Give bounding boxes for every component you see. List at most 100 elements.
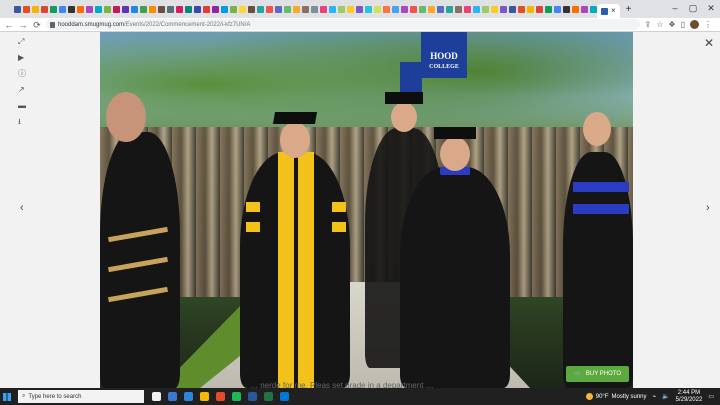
pinned-tab-icon[interactable] bbox=[167, 5, 174, 13]
taskbar-app-icon[interactable] bbox=[152, 392, 161, 401]
weather-widget[interactable]: 90°F Mostly sunny bbox=[585, 393, 647, 400]
fullscreen-icon[interactable]: ⤢ bbox=[18, 38, 26, 46]
pinned-tab-icon[interactable] bbox=[473, 5, 480, 13]
pinned-tab-icon[interactable] bbox=[68, 5, 75, 13]
buy-photo-button[interactable]: 🛒 BUY PHOTO bbox=[566, 366, 629, 382]
taskbar-app-icon[interactable] bbox=[248, 392, 257, 401]
pinned-tab-icon[interactable] bbox=[491, 5, 498, 13]
pinned-tab-icon[interactable] bbox=[104, 5, 111, 13]
pinned-tab-icon[interactable] bbox=[365, 5, 372, 13]
volume-icon[interactable]: 🔈 bbox=[662, 393, 669, 400]
pinned-tab-icon[interactable] bbox=[572, 5, 579, 13]
tab-close-icon[interactable]: × bbox=[611, 7, 616, 15]
start-button[interactable] bbox=[0, 388, 14, 405]
taskbar-app-icon[interactable] bbox=[184, 392, 193, 401]
taskbar-app-icon[interactable] bbox=[216, 392, 225, 401]
pinned-tab-icon[interactable] bbox=[59, 5, 66, 13]
pinned-tab-icon[interactable] bbox=[329, 5, 336, 13]
pinned-tab-icon[interactable] bbox=[509, 5, 516, 13]
pinned-tab-icon[interactable] bbox=[32, 5, 39, 13]
pinned-tab-icon[interactable] bbox=[527, 5, 534, 13]
pinned-tab-icon[interactable] bbox=[203, 5, 210, 13]
pinned-tab-icon[interactable] bbox=[149, 5, 156, 13]
pinned-tab-icon[interactable] bbox=[284, 5, 291, 13]
pinned-tab-icon[interactable] bbox=[518, 5, 525, 13]
pinned-tab-icon[interactable] bbox=[311, 5, 318, 13]
maximize-icon[interactable]: ▢ bbox=[684, 0, 702, 16]
prev-arrow-icon[interactable]: ‹ bbox=[20, 202, 24, 214]
minimize-icon[interactable]: – bbox=[666, 0, 684, 16]
pinned-tab-icon[interactable] bbox=[230, 5, 237, 13]
pinned-tab-icon[interactable] bbox=[554, 5, 561, 13]
pinned-tab-icon[interactable] bbox=[392, 5, 399, 13]
pinned-tab-icon[interactable] bbox=[23, 5, 30, 13]
pinned-tab-icon[interactable] bbox=[401, 5, 408, 13]
taskbar-search[interactable]: ⌕ Type here to search bbox=[18, 390, 144, 403]
pinned-tab-icon[interactable] bbox=[563, 5, 570, 13]
close-icon[interactable]: ✕ bbox=[704, 36, 714, 50]
pinned-tab-icon[interactable] bbox=[86, 5, 93, 13]
pinned-tab-icon[interactable] bbox=[140, 5, 147, 13]
address-bar[interactable]: hooddam.smugmug.com/Events/2022/Commence… bbox=[46, 19, 640, 30]
pinned-tab-icon[interactable] bbox=[356, 5, 363, 13]
pinned-tab-icon[interactable] bbox=[446, 5, 453, 13]
menu-icon[interactable]: ⋮ bbox=[704, 20, 712, 29]
extensions-icon[interactable]: ❖ bbox=[668, 20, 675, 29]
pinned-tab-icon[interactable] bbox=[122, 5, 129, 13]
pinned-tab-icon[interactable] bbox=[419, 5, 426, 13]
forward-icon[interactable]: → bbox=[18, 20, 28, 30]
pinned-tab-icon[interactable] bbox=[581, 5, 588, 13]
pinned-tab-icon[interactable] bbox=[95, 5, 102, 13]
pinned-tab-icon[interactable] bbox=[14, 5, 21, 13]
pinned-tab-icon[interactable] bbox=[338, 5, 345, 13]
pinned-tab-icon[interactable] bbox=[266, 5, 273, 13]
pinned-tab-icon[interactable] bbox=[221, 5, 228, 13]
window-close-icon[interactable]: ✕ bbox=[702, 0, 720, 16]
pinned-tab-icon[interactable] bbox=[302, 5, 309, 13]
pinned-tab-icon[interactable] bbox=[482, 5, 489, 13]
pinned-tab-icon[interactable] bbox=[536, 5, 543, 13]
pinned-tab-icon[interactable] bbox=[428, 5, 435, 13]
pinned-tab-icon[interactable] bbox=[248, 5, 255, 13]
pinned-tab-icon[interactable] bbox=[41, 5, 48, 13]
notifications-icon[interactable]: ▭ bbox=[708, 393, 714, 400]
pinned-tab-icon[interactable] bbox=[437, 5, 444, 13]
next-arrow-icon[interactable]: › bbox=[706, 202, 710, 214]
bookmark-star-icon[interactable]: ☆ bbox=[656, 20, 663, 29]
reload-icon[interactable]: ⟳ bbox=[32, 20, 42, 30]
pinned-tab-icon[interactable] bbox=[293, 5, 300, 13]
pinned-tab-icon[interactable] bbox=[500, 5, 507, 13]
pinned-tab-icon[interactable] bbox=[176, 5, 183, 13]
pinned-tab-icon[interactable] bbox=[275, 5, 282, 13]
pinned-tab-icon[interactable] bbox=[50, 5, 57, 13]
pinned-tab-icon[interactable] bbox=[239, 5, 246, 13]
profile-avatar[interactable] bbox=[690, 20, 699, 29]
pinned-tab-icon[interactable] bbox=[77, 5, 84, 13]
pinned-tab-icon[interactable] bbox=[545, 5, 552, 13]
comment-icon[interactable]: ▬ bbox=[18, 102, 26, 110]
pinned-tab-icon[interactable] bbox=[212, 5, 219, 13]
pinned-tabs[interactable] bbox=[14, 5, 597, 13]
pinned-tab-icon[interactable] bbox=[131, 5, 138, 13]
taskbar-app-icon[interactable] bbox=[264, 392, 273, 401]
pinned-tab-icon[interactable] bbox=[194, 5, 201, 13]
taskbar-app-icon[interactable] bbox=[168, 392, 177, 401]
network-icon[interactable]: ⌁ bbox=[653, 393, 657, 400]
pinned-tab-icon[interactable] bbox=[455, 5, 462, 13]
slideshow-play-icon[interactable]: ▶ bbox=[18, 54, 26, 62]
taskbar-app-icon[interactable] bbox=[280, 392, 289, 401]
pinned-tab-icon[interactable] bbox=[320, 5, 327, 13]
pinned-tab-icon[interactable] bbox=[347, 5, 354, 13]
new-tab-button[interactable]: + bbox=[626, 4, 632, 15]
pinned-tab-icon[interactable] bbox=[158, 5, 165, 13]
pinned-tab-icon[interactable] bbox=[410, 5, 417, 13]
info-icon[interactable]: ⓘ bbox=[18, 70, 26, 78]
share-icon[interactable]: ↗ bbox=[18, 86, 26, 94]
pinned-tab-icon[interactable] bbox=[590, 5, 597, 13]
pinned-tab-icon[interactable] bbox=[464, 5, 471, 13]
active-tab[interactable]: × bbox=[597, 4, 620, 18]
taskbar-app-icon[interactable] bbox=[200, 392, 209, 401]
pinned-tab-icon[interactable] bbox=[257, 5, 264, 13]
back-icon[interactable]: ← bbox=[4, 20, 14, 30]
share-icon[interactable]: ⇪ bbox=[645, 20, 652, 29]
